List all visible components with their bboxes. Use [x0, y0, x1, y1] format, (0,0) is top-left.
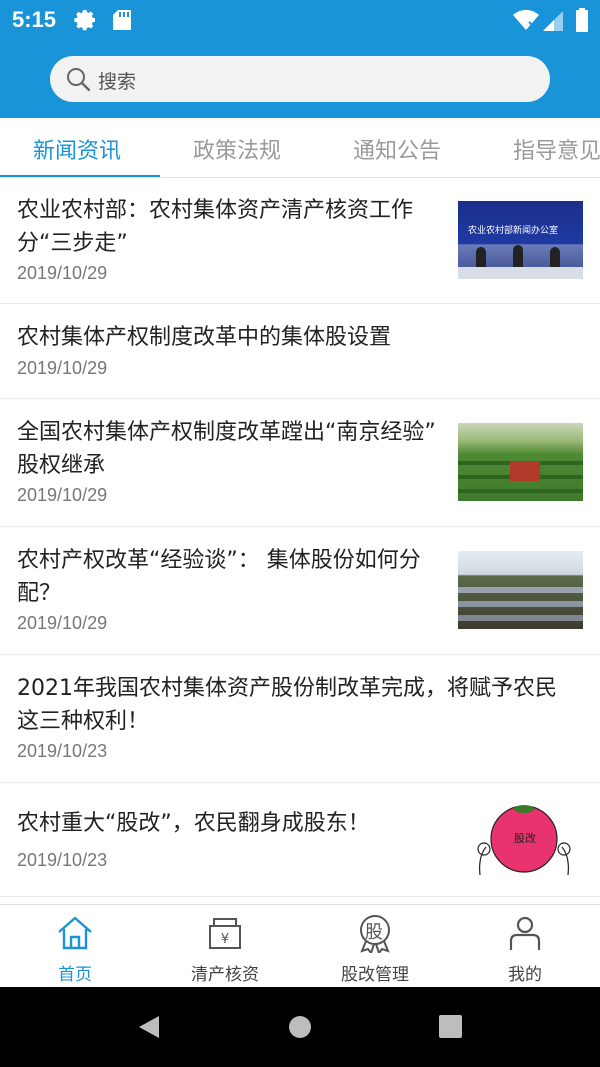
home-button-icon[interactable]	[288, 1015, 312, 1039]
press-banner-text: 农业农村部新闻办公室	[468, 226, 559, 236]
news-item[interactable]	[0, 897, 600, 904]
bottom-navigation: 首页 ¥ 清产核资 股 股改管理 我的	[0, 904, 600, 987]
share-reform-cartoon: 股改	[458, 797, 583, 883]
press-table	[458, 267, 583, 279]
tab-policy[interactable]: 政策法规	[193, 133, 281, 165]
news-title: 农村产权改革“经验谈”： 集体股份如何分 配？	[17, 544, 421, 610]
news-item[interactable]: 2021年我国农村集体资产股份制改革完成，将赋予农民 这三种权利！ 2019/1…	[0, 655, 600, 783]
news-title-line: 分“三步走”	[17, 231, 128, 256]
search-header: 搜索	[0, 40, 600, 118]
share-reform-label: 股改	[514, 832, 536, 845]
gear-icon	[74, 10, 95, 31]
asset-box-icon: ¥	[209, 918, 241, 949]
news-date: 2019/10/29	[17, 358, 108, 378]
greenhouse-row	[458, 615, 583, 621]
harvester	[510, 461, 540, 481]
search-placeholder: 搜索	[98, 71, 137, 93]
greenhouse-row	[458, 587, 583, 593]
wifi-icon	[513, 9, 539, 30]
nav-shares[interactable]: 股 股改管理	[300, 905, 450, 988]
tab-news[interactable]: 新闻资讯	[33, 133, 121, 165]
nav-assets[interactable]: ¥ 清产核资	[150, 905, 300, 988]
svg-text:¥: ¥	[221, 932, 229, 947]
share-badge-text: 股	[365, 922, 383, 943]
news-item[interactable]: 全国农村集体产权制度改革蹚出“南京经验” 股权继承 2019/10/29	[0, 399, 600, 527]
tab-notice[interactable]: 通知公告	[353, 133, 441, 165]
news-date: 2019/10/29	[17, 263, 108, 283]
news-title-line: 农村重大“股改”，农民翻身成股东！	[17, 811, 370, 836]
nav-profile-label: 我的	[508, 965, 542, 985]
news-title: 全国农村集体产权制度改革蹚出“南京经验” 股权继承	[17, 416, 436, 482]
news-item[interactable]: 农业农村部：农村集体资产清产核资工作 分“三步走” 2019/10/29 农业农…	[0, 178, 600, 304]
recents-icon[interactable]	[439, 1015, 462, 1038]
search-icon	[67, 68, 90, 91]
news-title-line: 农村集体产权制度改革中的集体股设置	[17, 325, 392, 350]
nav-profile[interactable]: 我的	[450, 905, 600, 988]
news-title-line: 这三种权利！	[17, 709, 150, 734]
news-title-line: 2021年我国农村集体资产股份制改革完成，将赋予农民	[17, 676, 557, 701]
nav-assets-label: 清产核资	[191, 965, 259, 985]
tab-guidance[interactable]: 指导意见	[513, 133, 600, 165]
profile-icon	[509, 916, 541, 950]
news-title-line: 配？	[17, 581, 62, 606]
news-title-line: 农业农村部：农村集体资产清产核资工作	[17, 198, 414, 223]
signal-icon	[543, 11, 563, 31]
status-bar: 5:15	[0, 0, 600, 40]
nav-home-label: 首页	[58, 965, 92, 985]
news-date: 2019/10/23	[17, 741, 108, 761]
news-date: 2019/10/23	[17, 850, 108, 870]
news-item[interactable]: 农村集体产权制度改革中的集体股设置 2019/10/29	[0, 304, 600, 399]
news-item[interactable]: 农村产权改革“经验谈”： 集体股份如何分 配？ 2019/10/29	[0, 527, 600, 655]
news-title: 农村重大“股改”，农民翻身成股东！	[17, 807, 370, 840]
press-speaker	[476, 247, 486, 269]
greenhouse-field-image	[458, 551, 583, 629]
news-title-line: 全国农村集体产权制度改革蹚出“南京经验”	[17, 420, 436, 445]
search-input[interactable]: 搜索	[50, 56, 550, 102]
press-speaker	[550, 247, 560, 269]
tea-field-image	[458, 423, 583, 501]
news-date: 2019/10/29	[17, 613, 108, 633]
news-title: 农业农村部：农村集体资产清产核资工作 分“三步走”	[17, 194, 413, 260]
back-icon[interactable]	[137, 1014, 161, 1040]
battery-icon	[576, 8, 588, 32]
news-title-line: 股权继承	[17, 453, 106, 478]
press-conference-image: 农业农村部新闻办公室	[458, 201, 583, 279]
sd-card-icon	[113, 10, 131, 30]
greenhouse-row	[458, 601, 583, 607]
nav-shares-label: 股改管理	[341, 965, 409, 985]
nav-home[interactable]: 首页	[0, 905, 150, 988]
system-navigation-bar	[0, 987, 600, 1067]
category-tabs: 新闻资讯 政策法规 通知公告 指导意见	[0, 118, 600, 178]
press-speaker	[513, 245, 523, 269]
status-time: 5:15	[12, 7, 57, 32]
news-item[interactable]: 农村重大“股改”，农民翻身成股东！ 2019/10/23 股改	[0, 783, 600, 897]
news-title: 2021年我国农村集体资产股份制改革完成，将赋予农民 这三种权利！	[17, 672, 557, 738]
news-date: 2019/10/29	[17, 485, 108, 505]
home-icon	[58, 916, 92, 950]
news-title: 农村集体产权制度改革中的集体股设置	[17, 321, 391, 354]
news-list: 农业农村部：农村集体资产清产核资工作 分“三步走” 2019/10/29 农业农…	[0, 178, 600, 904]
tea-row	[458, 489, 583, 493]
news-title-line: 农村产权改革“经验谈”： 集体股份如何分	[17, 548, 421, 573]
